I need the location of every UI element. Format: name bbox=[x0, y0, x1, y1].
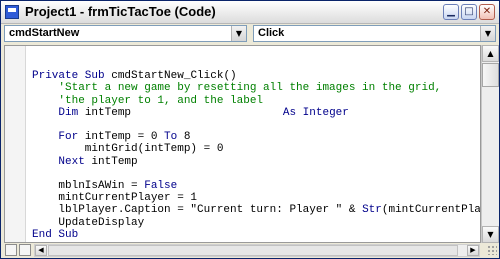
code-line[interactable]: End Sub bbox=[32, 229, 78, 241]
code-line[interactable]: lblPlayer.Caption = "Current turn: Playe… bbox=[32, 204, 480, 216]
horizontal-scroll-thumb[interactable] bbox=[48, 245, 458, 256]
close-icon[interactable]: ✕ bbox=[479, 4, 495, 20]
vertical-scrollbar[interactable]: ▲ ▼ bbox=[481, 45, 499, 243]
object-combo[interactable]: cmdStartNew ▼ bbox=[4, 25, 247, 42]
procedure-combo-value: Click bbox=[258, 27, 285, 39]
code-line[interactable]: 'Start a new game by resetting all the i… bbox=[32, 82, 441, 94]
chevron-down-icon[interactable]: ▼ bbox=[231, 26, 246, 41]
horizontal-scrollbar[interactable]: ◀ ▶ bbox=[34, 244, 480, 257]
code-line[interactable]: UpdateDisplay bbox=[32, 217, 144, 229]
maximize-icon[interactable]: □ bbox=[461, 4, 477, 20]
code-editor[interactable]: Private Sub cmdStartNew_Click() 'Start a… bbox=[4, 45, 481, 243]
full-module-view-icon[interactable] bbox=[19, 244, 31, 256]
vb-project-icon bbox=[5, 5, 19, 19]
scroll-up-icon[interactable]: ▲ bbox=[482, 45, 499, 62]
code-line[interactable]: mintGrid(intTemp) = 0 bbox=[32, 143, 224, 155]
code-line[interactable]: Next intTemp bbox=[32, 156, 137, 168]
scroll-left-icon[interactable]: ◀ bbox=[35, 245, 47, 256]
scroll-right-icon[interactable]: ▶ bbox=[467, 245, 479, 256]
object-combo-value: cmdStartNew bbox=[9, 27, 80, 39]
minimize-icon[interactable]: ▁ bbox=[443, 4, 459, 20]
code-line[interactable]: Private Sub cmdStartNew_Click() bbox=[32, 70, 237, 82]
code-line[interactable]: For intTemp = 0 To 8 bbox=[32, 131, 190, 143]
resize-grip-icon[interactable] bbox=[487, 245, 497, 255]
code-text[interactable]: Private Sub cmdStartNew_Click() 'Start a… bbox=[32, 58, 480, 242]
code-window: Project1 - frmTicTacToe (Code) ▁ □ ✕ cmd… bbox=[0, 0, 500, 259]
procedure-combo[interactable]: Click ▼ bbox=[253, 25, 496, 42]
code-line[interactable]: mintCurrentPlayer = 1 bbox=[32, 192, 197, 204]
vertical-scroll-thumb[interactable] bbox=[482, 63, 499, 87]
code-line[interactable]: 'the player to 1, and the label bbox=[32, 95, 263, 107]
title-bar[interactable]: Project1 - frmTicTacToe (Code) ▁ □ ✕ bbox=[1, 1, 499, 24]
code-line[interactable] bbox=[32, 168, 39, 180]
chevron-down-icon[interactable]: ▼ bbox=[480, 26, 495, 41]
combo-row: cmdStartNew ▼ Click ▼ bbox=[1, 24, 499, 44]
scroll-down-icon[interactable]: ▼ bbox=[482, 226, 499, 243]
code-line[interactable]: Dim intTemp As Integer bbox=[32, 107, 348, 119]
margin-indicator-bar[interactable] bbox=[5, 46, 26, 242]
code-line[interactable]: mblnIsAWin = False bbox=[32, 180, 177, 192]
bottom-bar: ◀ ▶ bbox=[1, 243, 499, 258]
procedure-view-icon[interactable] bbox=[5, 244, 17, 256]
window-title: Project1 - frmTicTacToe (Code) bbox=[25, 4, 216, 19]
code-line[interactable] bbox=[32, 119, 39, 131]
